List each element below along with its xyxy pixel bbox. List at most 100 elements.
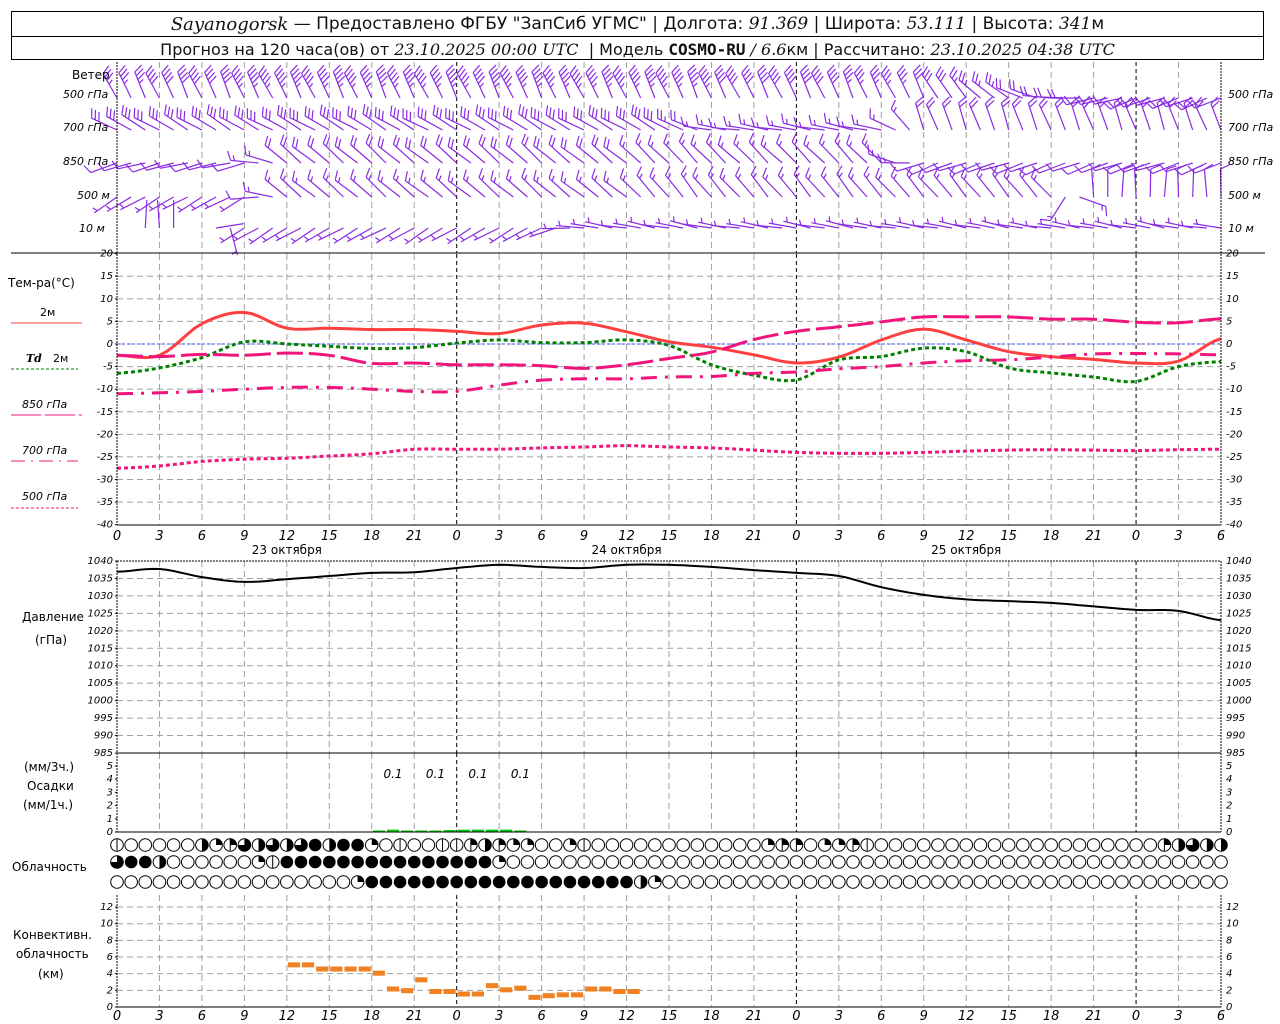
cloud-cover-symbol [549, 875, 563, 889]
barb-half-flag [438, 175, 442, 181]
barb-half-flag [351, 82, 356, 88]
barb-half-flag [421, 83, 427, 88]
cloud-circle [563, 855, 577, 869]
wind-barb [264, 135, 288, 164]
cloud-cover-symbol [874, 838, 889, 852]
cloud-cover-symbol [916, 855, 931, 869]
barb-half-flag [493, 177, 497, 183]
cloud-cover-symbol [393, 838, 407, 852]
y-tick-label: 1020 [88, 626, 113, 637]
wind-barb [420, 135, 443, 164]
wind-barb [177, 64, 190, 99]
y-tick-label-right: 5 [1226, 316, 1232, 327]
cloud-full [606, 875, 619, 889]
cloud-cover-symbol [761, 855, 775, 869]
cloud-cover-symbol [832, 875, 846, 889]
barb-staff [558, 71, 571, 99]
barb-flag [392, 168, 398, 179]
cloud-circle [619, 838, 634, 852]
cloud-cover-symbol [237, 855, 252, 869]
barb-staff [984, 103, 996, 131]
cloud-circle [1143, 855, 1158, 869]
cloud-cover-symbol [1100, 875, 1115, 889]
barb-half-flag [395, 175, 399, 182]
cloud-cover-symbol [732, 838, 747, 852]
barb-half-flag [507, 82, 512, 88]
wind-barb [447, 170, 472, 198]
x-tick-label: 21 [406, 529, 423, 544]
wind-barb [1079, 196, 1108, 217]
barb-half-flag [622, 141, 626, 148]
cloud-cover-symbol [152, 855, 167, 869]
y-tick-label-right: -10 [1226, 384, 1242, 395]
barb-staff [418, 227, 443, 243]
wind-barb [505, 169, 528, 198]
cloud-cover-symbol [747, 838, 761, 852]
cloud-full [365, 875, 379, 889]
barb-flag [518, 104, 522, 115]
wind-barb [303, 227, 330, 243]
wind-barb [757, 64, 770, 99]
barb-staff [134, 71, 146, 99]
wind-barb [1011, 96, 1024, 131]
x-tick-label: 9 [580, 529, 588, 544]
barb-flag [846, 134, 851, 145]
cloud-cover-symbol [294, 855, 308, 869]
y-tick-label: 15 [100, 271, 113, 282]
barb-flag [533, 170, 537, 180]
x-tick-label-bottom: 15 [321, 1009, 338, 1024]
barb-half-flag [119, 203, 125, 209]
barb-half-flag [886, 79, 892, 85]
barb-staff [445, 71, 458, 99]
cloud-circle [1129, 875, 1143, 889]
cloud-cover-symbol [209, 838, 223, 852]
barb-flag [776, 133, 781, 144]
barb-half-flag [1033, 174, 1037, 181]
wind-barb [591, 168, 613, 198]
cloud-cover-symbol [761, 838, 775, 852]
cloud-circle [690, 855, 705, 869]
barb-flag [723, 115, 727, 126]
wind-panel [83, 64, 1230, 256]
y-tick-label-right: 15 [1226, 271, 1239, 282]
barb-flag [805, 167, 811, 177]
barb-staff [846, 143, 868, 164]
wind-barb [134, 196, 160, 214]
wind-barb [429, 64, 444, 99]
cloud-cover-symbol [846, 838, 860, 852]
barb-staff [793, 173, 812, 198]
barb-half-flag [615, 218, 618, 224]
barb-flag [194, 107, 198, 118]
wind-barb [291, 136, 316, 164]
barb-half-flag [720, 142, 724, 148]
cloudiness-panel [110, 838, 1228, 889]
barb-flag [1060, 167, 1069, 175]
wind-barb [478, 168, 500, 198]
barb-half-flag [877, 174, 882, 181]
wind-barb [612, 65, 628, 99]
cloud-circle [860, 855, 874, 869]
cloud-cover-symbol [591, 875, 605, 889]
barb-staff [304, 227, 330, 243]
cloud-full [337, 855, 350, 869]
wind-barb [1176, 164, 1187, 198]
cloud-circle [1185, 855, 1200, 869]
barb-staff [220, 71, 231, 99]
barb-flag [533, 136, 537, 146]
cloud-cover-symbol [379, 855, 393, 869]
barb-half-flag [381, 82, 387, 88]
barb-staff [149, 196, 174, 212]
cloud-cover-symbol [832, 838, 846, 852]
barb-staff [162, 196, 189, 210]
wind-barb [190, 196, 217, 212]
barb-half-flag [728, 120, 731, 127]
wind-barb [264, 169, 288, 198]
barb-flag [560, 171, 564, 182]
barb-flag [937, 69, 944, 79]
cloud-circle [704, 855, 719, 869]
cloud-circle [1100, 855, 1115, 869]
barb-flag [777, 166, 784, 176]
x-tick-label: 3 [835, 529, 843, 544]
barb-staff [647, 143, 670, 164]
convective-bar [613, 989, 626, 995]
